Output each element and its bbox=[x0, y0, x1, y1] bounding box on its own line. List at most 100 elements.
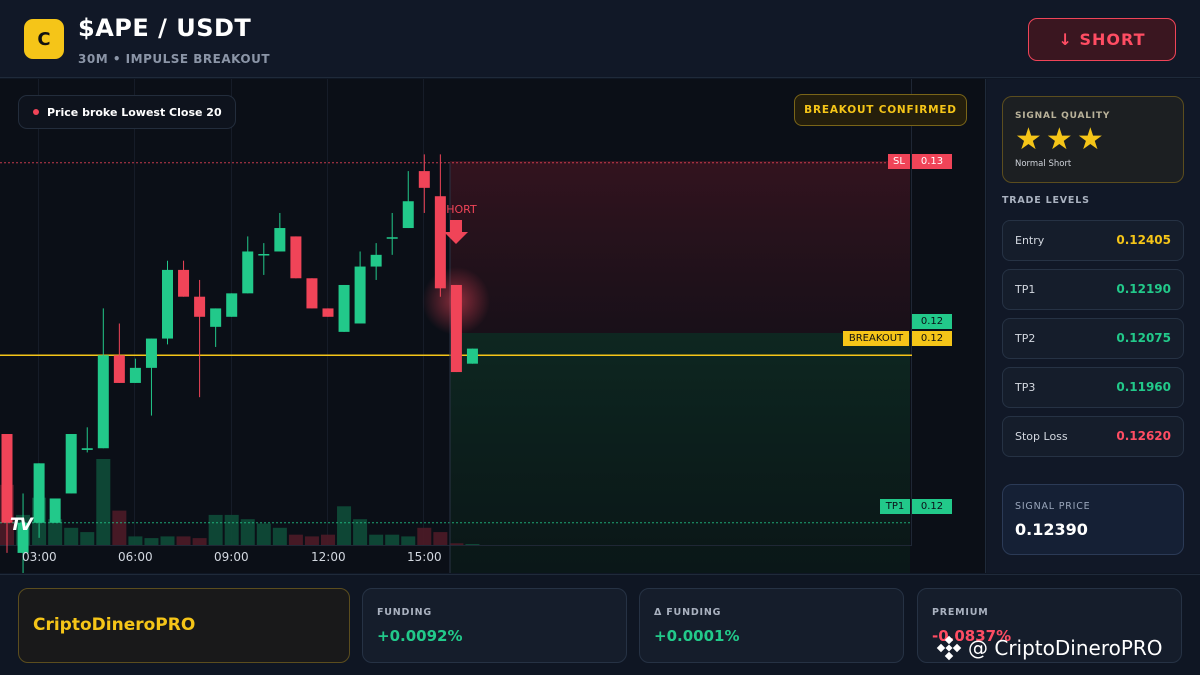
volume-bar bbox=[192, 538, 207, 545]
brand-card: CriptoDineroPRO bbox=[18, 588, 350, 663]
volume-bar bbox=[256, 523, 271, 545]
time-label: 06:00 bbox=[118, 550, 153, 564]
rating-stars: ★ ★ ★ bbox=[1015, 123, 1104, 157]
level-value: 0.11960 bbox=[1116, 380, 1171, 394]
star-icon: ★ bbox=[1015, 122, 1042, 157]
volume-bar bbox=[369, 534, 384, 545]
grid-line bbox=[134, 79, 135, 545]
candle-body bbox=[274, 228, 286, 252]
volume-bar bbox=[96, 459, 111, 545]
level-row-tp1: TP1 0.12190 bbox=[1002, 269, 1184, 310]
chart-area[interactable]: SHORT Price broke Lowest Close 20 BREAKO… bbox=[0, 79, 986, 573]
level-value: 0.12075 bbox=[1116, 331, 1171, 345]
brand-name: CriptoDineroPRO bbox=[33, 615, 196, 635]
candle-body bbox=[322, 308, 334, 317]
volume-bar bbox=[160, 536, 175, 545]
binance-icon bbox=[936, 635, 962, 661]
signal-info-pill: Price broke Lowest Close 20 bbox=[18, 95, 236, 129]
volume-bar bbox=[417, 527, 432, 545]
candle-body bbox=[65, 434, 77, 494]
candle-body bbox=[81, 448, 93, 450]
candle-body bbox=[290, 236, 302, 279]
star-icon: ★ bbox=[1076, 122, 1104, 157]
candle-body bbox=[402, 201, 414, 229]
time-label: 03:00 bbox=[22, 550, 57, 564]
delta-funding-card: Δ FUNDING +0.0001% bbox=[639, 588, 904, 663]
level-row-entry: Entry 0.12405 bbox=[1002, 220, 1184, 261]
footer: CriptoDineroPRO FUNDING +0.0092% Δ FUNDI… bbox=[0, 574, 1200, 675]
candle-body bbox=[386, 237, 398, 239]
breakout-tag-label: BREAKOUT bbox=[843, 331, 909, 346]
stat-value: +0.0092% bbox=[377, 627, 463, 645]
price-chart[interactable]: SHORT bbox=[0, 79, 986, 573]
level-label: TP1 bbox=[1015, 283, 1036, 296]
signal-price-card: SIGNAL PRICE 0.12390 bbox=[1002, 484, 1184, 555]
stop-loss-zone bbox=[450, 161, 910, 333]
candle-body bbox=[129, 367, 141, 383]
candle-body bbox=[370, 254, 382, 267]
stat-value: +0.0001% bbox=[654, 627, 740, 645]
level-value: 0.12405 bbox=[1116, 233, 1171, 247]
volume-bar bbox=[449, 543, 464, 545]
stat-label: Δ FUNDING bbox=[654, 607, 722, 618]
candle-body bbox=[258, 253, 270, 256]
volume-bar bbox=[208, 514, 223, 545]
stat-label: FUNDING bbox=[377, 607, 432, 618]
time-label: 09:00 bbox=[214, 550, 249, 564]
volume-bar bbox=[176, 536, 191, 545]
candle-body bbox=[338, 284, 350, 332]
signal-price-value: 0.12390 bbox=[1015, 520, 1088, 539]
candle-body bbox=[226, 293, 238, 317]
candle-body bbox=[466, 348, 478, 364]
volume-bar bbox=[321, 534, 335, 545]
breakout-tag-value: 0.12 bbox=[912, 331, 952, 346]
alert-dot-icon bbox=[33, 109, 39, 115]
coin-logo: C bbox=[24, 19, 64, 59]
level-row-tp3: TP3 0.11960 bbox=[1002, 367, 1184, 408]
tradingview-logo: TV bbox=[10, 515, 33, 535]
tp1-tag-value: 0.12 bbox=[912, 499, 952, 514]
sl-tag-value: 0.13 bbox=[912, 154, 952, 169]
candle-body bbox=[162, 269, 173, 339]
volume-bar bbox=[112, 510, 127, 545]
header: C $APE / USDT 30M • IMPULSE BREAKOUT ↓ S… bbox=[0, 0, 1200, 78]
pair-title: $APE / USDT bbox=[78, 14, 252, 42]
star-icon: ★ bbox=[1045, 122, 1073, 157]
volume-bar bbox=[272, 527, 287, 545]
level-row-tp2: TP2 0.12075 bbox=[1002, 318, 1184, 359]
watermark: @ CriptoDineroPRO bbox=[936, 635, 1163, 661]
tp1-tag-label: TP1 bbox=[880, 499, 910, 514]
volume-bar bbox=[128, 536, 143, 545]
volume-bar bbox=[465, 544, 480, 545]
funding-card: FUNDING +0.0092% bbox=[362, 588, 627, 663]
volume-bar bbox=[144, 538, 159, 545]
candle-body bbox=[210, 308, 222, 327]
level-value: 0.12190 bbox=[1116, 282, 1171, 296]
signal-quality-card: SIGNAL QUALITY ★ ★ ★ Normal Short bbox=[1002, 96, 1184, 183]
signal-info-text: Price broke Lowest Close 20 bbox=[47, 105, 222, 119]
signal-price-label: SIGNAL PRICE bbox=[1015, 501, 1091, 512]
level-label: TP2 bbox=[1015, 332, 1036, 345]
short-button[interactable]: ↓ SHORT bbox=[1028, 18, 1176, 61]
volume-bar bbox=[80, 532, 95, 545]
volume-bar bbox=[304, 536, 319, 545]
candle-body bbox=[33, 463, 45, 523]
trade-levels-title: TRADE LEVELS bbox=[1002, 195, 1090, 206]
candle-body bbox=[418, 171, 430, 188]
price-axis-line bbox=[911, 79, 912, 545]
sl-tag-label: SL bbox=[888, 154, 910, 169]
signal-quality-title: SIGNAL QUALITY bbox=[1015, 111, 1111, 121]
signal-panel: SIGNAL QUALITY ★ ★ ★ Normal Short TRADE … bbox=[987, 79, 1200, 573]
candle-body bbox=[354, 266, 366, 324]
pair-subtitle: 30M • IMPULSE BREAKOUT bbox=[78, 52, 271, 66]
candle-body bbox=[194, 296, 206, 317]
level-label: Stop Loss bbox=[1015, 430, 1068, 443]
level-row-stop-loss: Stop Loss 0.12620 bbox=[1002, 416, 1184, 457]
level-label: TP3 bbox=[1015, 381, 1036, 394]
candle-body bbox=[49, 498, 61, 523]
stat-label: PREMIUM bbox=[932, 607, 989, 618]
coin-logo-letter: C bbox=[37, 28, 51, 50]
take-profit-zone bbox=[450, 333, 910, 573]
candle-body bbox=[113, 355, 125, 383]
candle-body bbox=[450, 284, 462, 373]
